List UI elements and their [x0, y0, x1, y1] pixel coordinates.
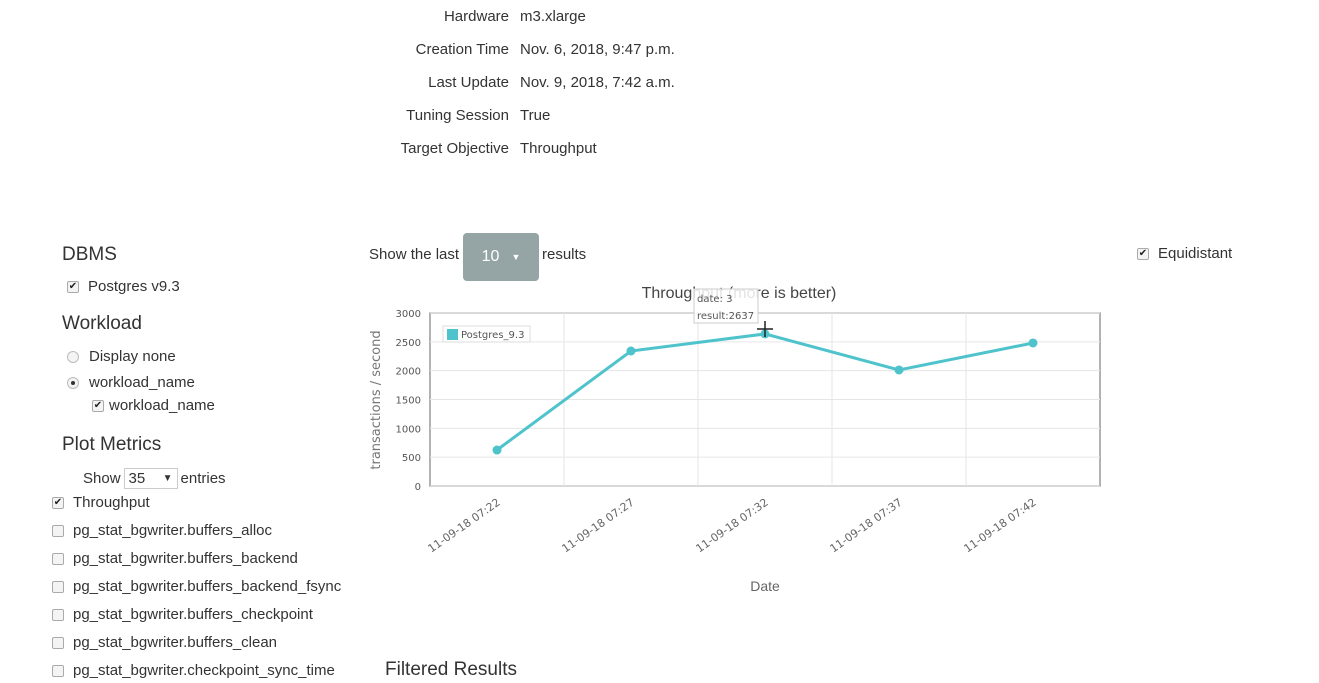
y-tick-label: 1000: [396, 424, 421, 435]
x-tick-label: 11-09-18 07:27: [560, 496, 637, 555]
tooltip-result: result:2637: [697, 311, 754, 322]
x-tick-label: 11-09-18 07:37: [828, 496, 905, 555]
legend-label: Postgres_9.3: [461, 330, 524, 341]
data-point[interactable]: [1028, 338, 1038, 348]
data-point[interactable]: [492, 445, 502, 455]
x-tick-label: 11-09-18 07:22: [426, 496, 503, 555]
y-tick-label: 2500: [396, 338, 421, 349]
data-point[interactable]: [894, 365, 904, 375]
y-tick-label: 3000: [396, 309, 421, 320]
y-tick-label: 2000: [396, 367, 421, 378]
x-tick-label: 11-09-18 07:32: [694, 496, 771, 555]
x-tick-label: 11-09-18 07:42: [962, 496, 1039, 555]
data-point[interactable]: [626, 346, 636, 356]
throughput-chart: 0 500 1000 1500 2000 2500 3000 11-09-18 07:22 11…: [369, 285, 1101, 594]
y-tick-label: 1500: [396, 396, 421, 407]
x-axis-label: Date: [750, 578, 780, 594]
filtered-results-heading: Filtered Results: [385, 659, 517, 680]
legend-swatch: [447, 329, 458, 340]
y-tick-label: 0: [415, 482, 421, 493]
tooltip-date: date: 3: [697, 294, 732, 305]
y-tick-label: 500: [402, 453, 421, 464]
y-axis-label: transactions / second: [369, 330, 384, 469]
